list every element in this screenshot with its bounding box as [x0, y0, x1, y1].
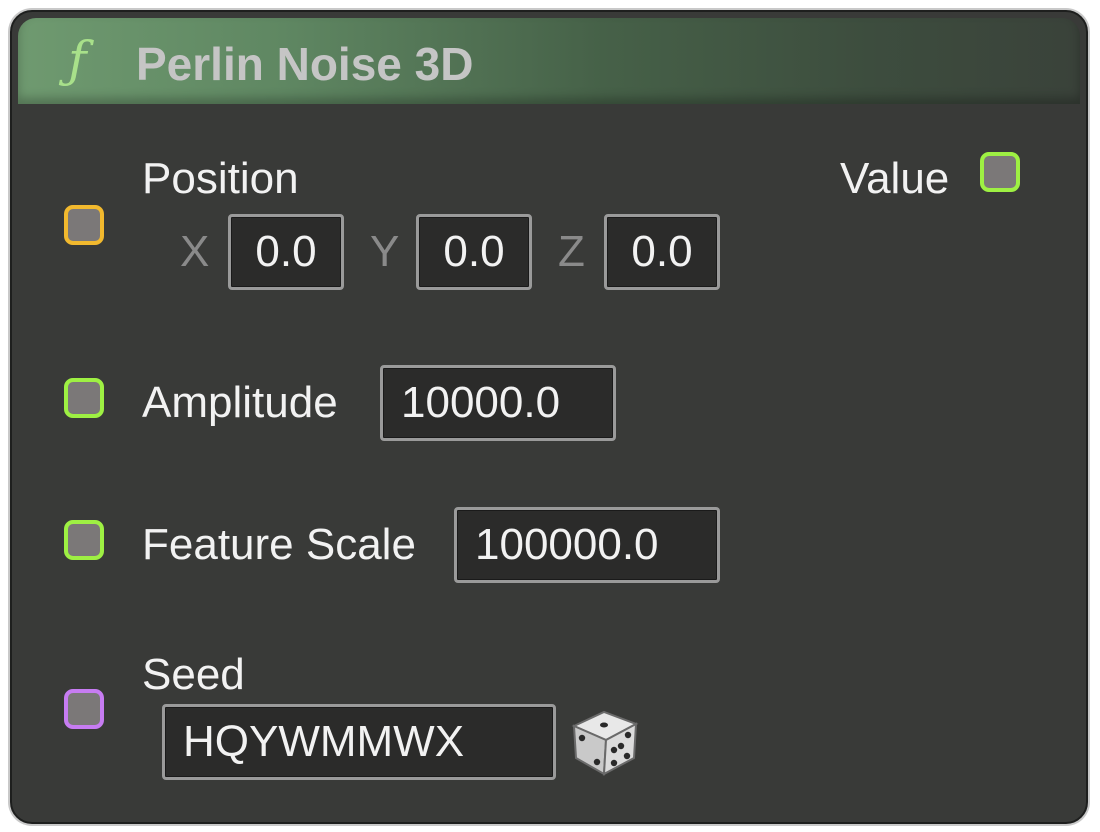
position-z-axis-label: Z	[558, 227, 585, 276]
seed-label: Seed	[142, 650, 245, 699]
amplitude-label: Amplitude	[142, 378, 338, 427]
node-header[interactable]: ƒ Perlin Noise 3D	[18, 18, 1080, 104]
feature-scale-label: Feature Scale	[142, 520, 416, 569]
position-x-field[interactable]: 0.0	[228, 214, 344, 290]
position-z-field[interactable]: 0.0	[604, 214, 720, 290]
amplitude-input-pin[interactable]	[64, 378, 104, 418]
seed-input-pin[interactable]	[64, 689, 104, 729]
feature-scale-input-pin[interactable]	[64, 520, 104, 560]
position-y-axis-label: Y	[370, 227, 400, 276]
position-input-pin[interactable]	[64, 205, 104, 245]
position-x-axis-label: X	[180, 227, 210, 276]
amplitude-field[interactable]: 10000.0	[380, 365, 616, 441]
value-output-pin[interactable]	[980, 152, 1020, 192]
seed-field[interactable]: HQYWMMWX	[162, 704, 556, 780]
feature-scale-field[interactable]: 100000.0	[454, 507, 720, 583]
value-output-label: Value	[840, 154, 950, 203]
function-icon: ƒ	[68, 31, 87, 89]
node-title: Perlin Noise 3D	[136, 38, 474, 90]
position-y-field[interactable]: 0.0	[416, 214, 532, 290]
perlin-noise-node[interactable]: ƒ Perlin Noise 3D Position X 0.0 Y 0.0 Z…	[10, 10, 1088, 824]
dice-icon[interactable]	[570, 704, 640, 778]
position-label: Position	[142, 154, 299, 203]
